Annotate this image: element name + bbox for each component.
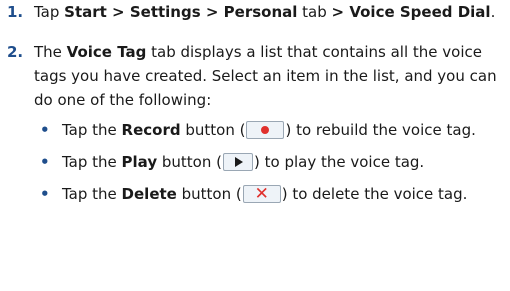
step-2: 2. The Voice Tag tab displays a list tha… xyxy=(0,40,510,112)
list-item: • Tap the Record button ( ) to rebuild th… xyxy=(0,118,510,142)
delete-icon: ✕ xyxy=(242,184,281,204)
bullet: • xyxy=(40,153,50,171)
step-text: . xyxy=(490,3,496,21)
play-triangle xyxy=(235,157,243,167)
record-icon xyxy=(246,121,285,139)
document-body: 1. Tap Start > Settings > Personal tab >… xyxy=(0,0,510,214)
bullet: • xyxy=(40,121,50,139)
step-text: tab xyxy=(297,3,332,21)
list-item: • Tap the Play button ( ) to play the voi… xyxy=(0,150,510,174)
item-text: ) to delete the voice tag. xyxy=(281,185,468,203)
options-list: • Tap the Record button ( ) to rebuild th… xyxy=(0,118,510,206)
item-text: ) to play the voice tag. xyxy=(254,153,425,171)
step-number: 1. xyxy=(7,3,24,21)
item-text: ) to rebuild the voice tag. xyxy=(285,121,476,139)
item-text: Tap the xyxy=(62,185,122,203)
list-item: • Tap the Delete button ( ✕ ) to delete th… xyxy=(0,182,510,206)
step-bold-path: Start > Settings > Personal xyxy=(64,3,298,21)
item-text: Tap the xyxy=(62,121,122,139)
item-text: Tap the xyxy=(62,153,122,171)
step-number: 2. xyxy=(7,43,24,61)
step-1: 1. Tap Start > Settings > Personal tab >… xyxy=(0,0,510,24)
bullet: • xyxy=(40,185,50,203)
item-bold: Play xyxy=(121,153,158,171)
step-text: The xyxy=(34,43,67,61)
step-bold-tab: Voice Tag xyxy=(66,43,147,61)
item-bold: Delete xyxy=(121,185,177,203)
item-text: button ( xyxy=(176,185,242,203)
item-text: button ( xyxy=(157,153,222,171)
record-dot xyxy=(261,126,270,134)
delete-x-glyph: ✕ xyxy=(254,184,269,204)
step-text: Tap xyxy=(34,3,65,21)
step-bold-target: > Voice Speed Dial xyxy=(331,3,491,21)
item-bold: Record xyxy=(121,121,181,139)
play-icon xyxy=(223,153,253,171)
item-text: button ( xyxy=(180,121,246,139)
